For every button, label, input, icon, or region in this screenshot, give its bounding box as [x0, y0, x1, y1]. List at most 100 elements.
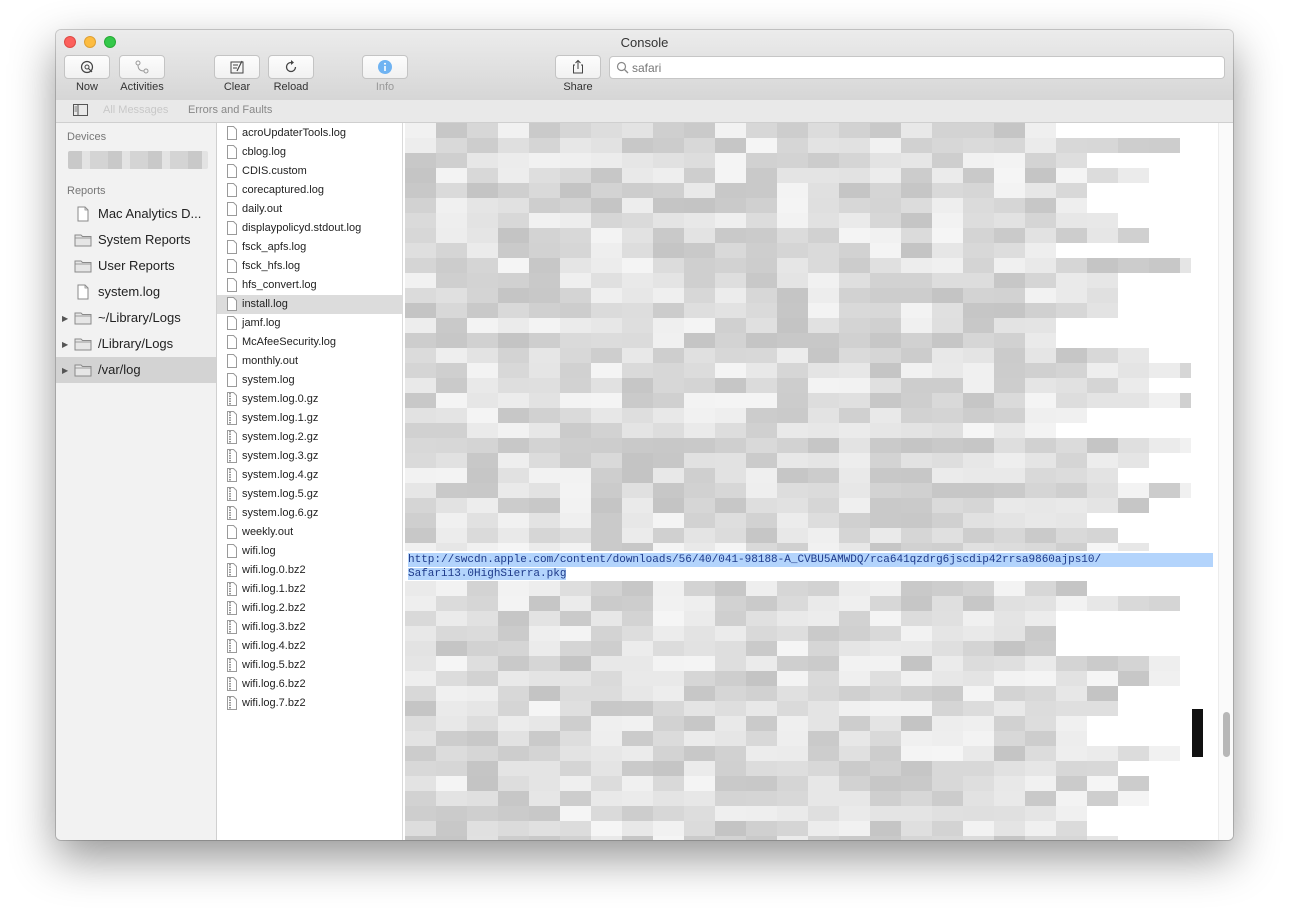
- search-icon: [616, 61, 629, 74]
- title-bar: Console Now Activities Clear Reload Info…: [56, 30, 1233, 101]
- file-list: acroUpdaterTools.log cblog.log CDIS.custom…: [217, 123, 403, 840]
- scroll-thumb[interactable]: [1223, 712, 1230, 757]
- disclosure-triangle-icon[interactable]: ▶: [62, 340, 68, 349]
- document-icon: [227, 354, 237, 368]
- file-list-item[interactable]: system.log.3.gz: [217, 447, 402, 466]
- vertical-scrollbar[interactable]: [1218, 123, 1233, 840]
- clear-button[interactable]: [214, 55, 260, 79]
- sidebar-item[interactable]: ▶ /Library/Logs: [56, 331, 216, 357]
- sidebar-item[interactable]: ▶ /var/log: [56, 357, 216, 383]
- document-icon: [227, 240, 237, 254]
- activities-label: Activities: [120, 81, 164, 93]
- file-list-item[interactable]: wifi.log.0.bz2: [217, 561, 402, 580]
- file-list-item-label: weekly.out: [242, 526, 294, 538]
- file-list-item-label: install.log: [242, 298, 288, 310]
- log-url-line-2: Safari13.0HighSierra.pkg: [408, 568, 567, 580]
- errors-and-faults-tab[interactable]: Errors and Faults: [188, 104, 272, 116]
- log-view: http://swcdn.apple.com/content/downloads…: [403, 123, 1219, 840]
- file-list-item[interactable]: cblog.log: [217, 143, 402, 162]
- search-input[interactable]: [632, 57, 1212, 78]
- sidebar-item-label: /Library/Logs: [98, 336, 174, 351]
- activities-button[interactable]: [119, 55, 165, 79]
- file-list-item-label: fsck_hfs.log: [242, 260, 301, 272]
- file-list-item-label: wifi.log.7.bz2: [242, 697, 306, 709]
- file-list-item[interactable]: system.log.1.gz: [217, 409, 402, 428]
- sidebar-item[interactable]: System Reports: [56, 227, 216, 253]
- search-field[interactable]: [609, 56, 1225, 79]
- archive-file-icon: [227, 411, 237, 425]
- file-list-item-label: system.log.3.gz: [242, 450, 319, 462]
- disclosure-triangle-icon[interactable]: ▶: [62, 366, 68, 375]
- file-list-item[interactable]: corecaptured.log: [217, 181, 402, 200]
- file-list-item[interactable]: daily.out: [217, 200, 402, 219]
- folder-icon: [74, 260, 92, 273]
- file-list-item[interactable]: system.log.0.gz: [217, 390, 402, 409]
- file-list-item-label: system.log.0.gz: [242, 393, 319, 405]
- clear-label: Clear: [223, 81, 251, 93]
- file-list-item[interactable]: displaypolicyd.stdout.log: [217, 219, 402, 238]
- sidebar: Devices Reports Mac Analytics D... System…: [56, 123, 217, 840]
- file-list-item[interactable]: wifi.log.6.bz2: [217, 675, 402, 694]
- disclosure-triangle-icon[interactable]: ▶: [62, 314, 68, 323]
- document-icon: [227, 525, 237, 539]
- file-list-item-label: fsck_apfs.log: [242, 241, 307, 253]
- file-list-item[interactable]: McAfeeSecurity.log: [217, 333, 402, 352]
- file-list-item-label: wifi.log.0.bz2: [242, 564, 306, 576]
- file-list-item[interactable]: system.log.2.gz: [217, 428, 402, 447]
- document-icon: [227, 335, 237, 349]
- file-list-item[interactable]: wifi.log.3.bz2: [217, 618, 402, 637]
- all-messages-tab[interactable]: All Messages: [103, 104, 168, 116]
- file-list-item[interactable]: jamf.log: [217, 314, 402, 333]
- file-list-item[interactable]: hfs_convert.log: [217, 276, 402, 295]
- folder-icon: [74, 234, 92, 247]
- file-list-item-label: wifi.log.2.bz2: [242, 602, 306, 614]
- sidebar-item[interactable]: ▶ ~/Library/Logs: [56, 305, 216, 331]
- file-list-item-label: corecaptured.log: [242, 184, 324, 196]
- file-list-item[interactable]: fsck_hfs.log: [217, 257, 402, 276]
- document-icon: [227, 297, 237, 311]
- file-list-item[interactable]: fsck_apfs.log: [217, 238, 402, 257]
- document-icon: [227, 373, 237, 387]
- file-list-item[interactable]: wifi.log.2.bz2: [217, 599, 402, 618]
- file-list-item[interactable]: acroUpdaterTools.log: [217, 124, 402, 143]
- devices-header: Devices: [67, 131, 107, 143]
- file-list-item[interactable]: system.log.4.gz: [217, 466, 402, 485]
- sidebar-item[interactable]: User Reports: [56, 253, 216, 279]
- info-button[interactable]: [362, 55, 408, 79]
- file-list-item-label: wifi.log.4.bz2: [242, 640, 306, 652]
- file-list-item-label: monthly.out: [242, 355, 299, 367]
- file-list-item[interactable]: wifi.log.1.bz2: [217, 580, 402, 599]
- file-list-item[interactable]: system.log.5.gz: [217, 485, 402, 504]
- log-url-line[interactable]: http://swcdn.apple.com/content/downloads…: [408, 553, 1213, 581]
- file-list-item-label: system.log.1.gz: [242, 412, 319, 424]
- document-icon: [227, 126, 237, 140]
- sidebar-item-label: /var/log: [98, 362, 141, 377]
- sidebar-toggle-icon[interactable]: [73, 104, 88, 116]
- sidebar-item-label: System Reports: [98, 232, 191, 247]
- file-list-item[interactable]: install.log: [217, 295, 402, 314]
- sidebar-item[interactable]: Mac Analytics D...: [56, 201, 216, 227]
- sidebar-item-label: Mac Analytics D...: [98, 206, 202, 221]
- file-list-item[interactable]: monthly.out: [217, 352, 402, 371]
- reload-button[interactable]: [268, 55, 314, 79]
- archive-file-icon: [227, 392, 237, 406]
- sidebar-item[interactable]: system.log: [56, 279, 216, 305]
- file-list-item[interactable]: wifi.log: [217, 542, 402, 561]
- file-list-item[interactable]: wifi.log.7.bz2: [217, 694, 402, 713]
- device-item-redacted[interactable]: [68, 151, 208, 169]
- share-button[interactable]: [555, 55, 601, 79]
- file-list-item[interactable]: wifi.log.4.bz2: [217, 637, 402, 656]
- file-list-item[interactable]: system.log.6.gz: [217, 504, 402, 523]
- file-list-item[interactable]: CDIS.custom: [217, 162, 402, 181]
- file-list-item[interactable]: system.log: [217, 371, 402, 390]
- file-list-item-label: CDIS.custom: [242, 165, 307, 177]
- file-list-item[interactable]: wifi.log.5.bz2: [217, 656, 402, 675]
- file-list-item-label: McAfeeSecurity.log: [242, 336, 336, 348]
- file-list-item-label: displaypolicyd.stdout.log: [242, 222, 362, 234]
- file-list-item-label: system.log: [242, 374, 295, 386]
- redacted-log-block-bottom: [405, 581, 1180, 840]
- archive-file-icon: [227, 620, 237, 634]
- file-list-item[interactable]: weekly.out: [217, 523, 402, 542]
- now-button[interactable]: [64, 55, 110, 79]
- archive-file-icon: [227, 601, 237, 615]
